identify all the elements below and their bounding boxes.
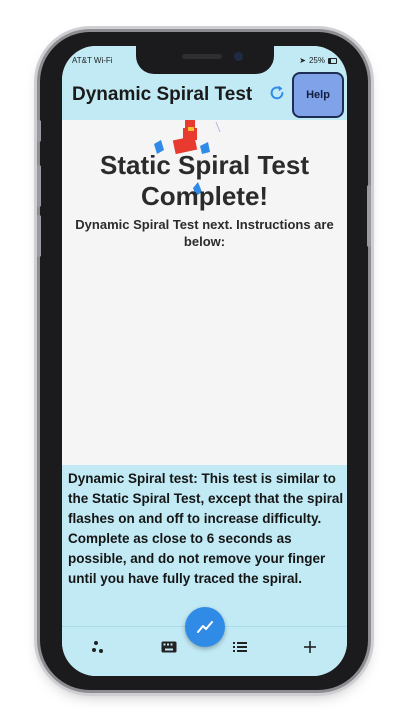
app-header: Dynamic Spiral Test Help xyxy=(62,72,347,120)
battery-label: 25% xyxy=(308,56,325,65)
keyboard-icon xyxy=(161,641,177,653)
main-content: Static Spiral Test Complete! Dynamic Spi… xyxy=(62,120,347,465)
plus-icon xyxy=(304,641,316,653)
help-button[interactable]: Help xyxy=(292,72,344,118)
front-camera xyxy=(234,52,243,61)
battery-icon xyxy=(328,57,337,64)
list-icon xyxy=(233,642,247,652)
nav-add-button[interactable] xyxy=(300,637,320,657)
page-subtitle: Dynamic Spiral Test next. Instructions a… xyxy=(75,217,334,249)
nav-list-button[interactable] xyxy=(230,637,250,657)
confetti-red-piece xyxy=(185,120,195,128)
nav-dots-button[interactable] xyxy=(88,637,108,657)
volume-up-button xyxy=(37,165,41,207)
dots-icon xyxy=(92,641,103,653)
mute-switch xyxy=(37,120,41,142)
carrier-label: AT&T Wi-Fi xyxy=(72,56,113,65)
confetti-streak xyxy=(215,121,221,133)
app-title: Dynamic Spiral Test xyxy=(72,84,253,105)
location-icon: ➤ xyxy=(299,56,306,65)
refresh-icon[interactable] xyxy=(268,84,286,102)
page-title: Static Spiral Test Complete! xyxy=(99,150,310,211)
notch xyxy=(136,46,274,74)
power-button xyxy=(367,185,371,247)
speaker-grille xyxy=(182,54,222,59)
trend-icon xyxy=(197,621,213,633)
status-right: ➤ 25% xyxy=(299,56,337,65)
nav-keyboard-button[interactable] xyxy=(159,637,179,657)
instructions-text: Dynamic Spiral test: This test is simila… xyxy=(68,471,344,586)
instructions-panel: Dynamic Spiral test: This test is simila… xyxy=(62,465,347,626)
phone-screen: AT&T Wi-Fi ➤ 25% Dynamic Spiral Test Hel… xyxy=(62,46,347,676)
trend-fab-button[interactable] xyxy=(185,607,225,647)
volume-down-button xyxy=(37,215,41,257)
confetti-yellow-piece xyxy=(188,127,194,131)
